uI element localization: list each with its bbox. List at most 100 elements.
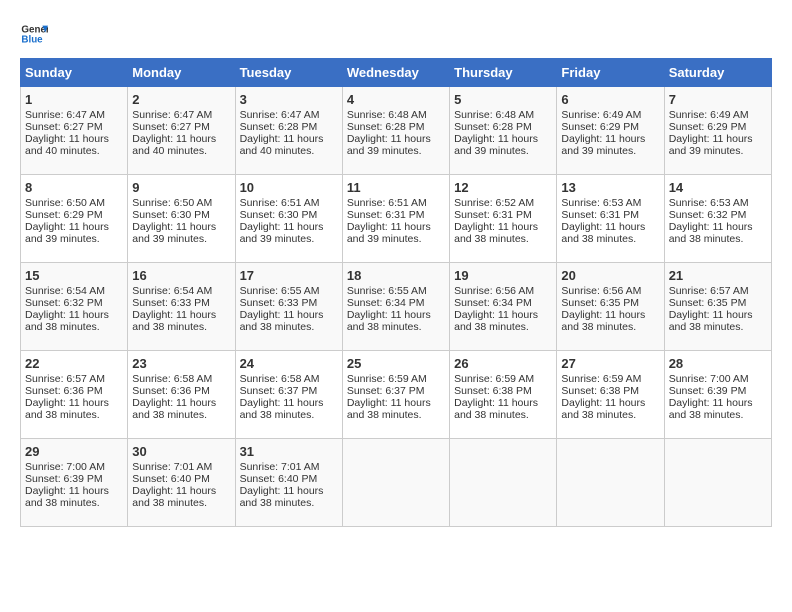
calendar-cell: 20Sunrise: 6:56 AMSunset: 6:35 PMDayligh… (557, 263, 664, 351)
day-number: 10 (240, 180, 338, 195)
sunset-text: Sunset: 6:37 PM (240, 385, 318, 397)
sunset-text: Sunset: 6:36 PM (25, 385, 103, 397)
sunset-text: Sunset: 6:27 PM (25, 121, 103, 133)
calendar-cell: 29Sunrise: 7:00 AMSunset: 6:39 PMDayligh… (21, 439, 128, 527)
sunrise-text: Sunrise: 7:01 AM (240, 461, 320, 473)
calendar-cell: 9Sunrise: 6:50 AMSunset: 6:30 PMDaylight… (128, 175, 235, 263)
daylight-label: Daylight: 11 hours and 40 minutes. (240, 133, 324, 157)
sunset-text: Sunset: 6:33 PM (240, 297, 318, 309)
daylight-label: Daylight: 11 hours and 39 minutes. (25, 221, 109, 245)
sunrise-text: Sunrise: 7:00 AM (669, 373, 749, 385)
calendar-header-row: SundayMondayTuesdayWednesdayThursdayFrid… (21, 59, 772, 87)
sunrise-text: Sunrise: 6:57 AM (669, 285, 749, 297)
day-number: 23 (132, 356, 230, 371)
day-number: 26 (454, 356, 552, 371)
sunrise-text: Sunrise: 6:50 AM (25, 197, 105, 209)
sunset-text: Sunset: 6:35 PM (669, 297, 747, 309)
sunset-text: Sunset: 6:28 PM (240, 121, 318, 133)
calendar-cell: 22Sunrise: 6:57 AMSunset: 6:36 PMDayligh… (21, 351, 128, 439)
sunrise-text: Sunrise: 6:51 AM (240, 197, 320, 209)
sunrise-text: Sunrise: 6:47 AM (25, 109, 105, 121)
sunset-text: Sunset: 6:30 PM (240, 209, 318, 221)
sunrise-text: Sunrise: 6:49 AM (561, 109, 641, 121)
daylight-label: Daylight: 11 hours and 39 minutes. (561, 133, 645, 157)
daylight-label: Daylight: 11 hours and 40 minutes. (132, 133, 216, 157)
svg-text:Blue: Blue (21, 34, 43, 45)
daylight-label: Daylight: 11 hours and 38 minutes. (132, 309, 216, 333)
sunrise-text: Sunrise: 6:58 AM (240, 373, 320, 385)
day-number: 19 (454, 268, 552, 283)
sunset-text: Sunset: 6:40 PM (132, 473, 210, 485)
day-number: 11 (347, 180, 445, 195)
sunset-text: Sunset: 6:36 PM (132, 385, 210, 397)
daylight-label: Daylight: 11 hours and 39 minutes. (132, 221, 216, 245)
sunrise-text: Sunrise: 6:49 AM (669, 109, 749, 121)
calendar-cell: 6Sunrise: 6:49 AMSunset: 6:29 PMDaylight… (557, 87, 664, 175)
calendar-cell: 8Sunrise: 6:50 AMSunset: 6:29 PMDaylight… (21, 175, 128, 263)
calendar-cell: 5Sunrise: 6:48 AMSunset: 6:28 PMDaylight… (450, 87, 557, 175)
daylight-label: Daylight: 11 hours and 38 minutes. (132, 397, 216, 421)
day-number: 30 (132, 444, 230, 459)
sunset-text: Sunset: 6:31 PM (454, 209, 532, 221)
day-of-week-header: Tuesday (235, 59, 342, 87)
logo-icon: General Blue (20, 20, 48, 48)
sunrise-text: Sunrise: 6:56 AM (454, 285, 534, 297)
day-number: 4 (347, 92, 445, 107)
sunrise-text: Sunrise: 6:47 AM (240, 109, 320, 121)
calendar-cell: 27Sunrise: 6:59 AMSunset: 6:38 PMDayligh… (557, 351, 664, 439)
day-number: 29 (25, 444, 123, 459)
calendar-cell: 26Sunrise: 6:59 AMSunset: 6:38 PMDayligh… (450, 351, 557, 439)
calendar-cell (664, 439, 771, 527)
calendar-week-row: 15Sunrise: 6:54 AMSunset: 6:32 PMDayligh… (21, 263, 772, 351)
sunset-text: Sunset: 6:38 PM (454, 385, 532, 397)
calendar-cell: 19Sunrise: 6:56 AMSunset: 6:34 PMDayligh… (450, 263, 557, 351)
calendar-cell: 18Sunrise: 6:55 AMSunset: 6:34 PMDayligh… (342, 263, 449, 351)
calendar-cell: 13Sunrise: 6:53 AMSunset: 6:31 PMDayligh… (557, 175, 664, 263)
sunset-text: Sunset: 6:38 PM (561, 385, 639, 397)
calendar-cell: 3 Sunrise: 6:47 AMSunset: 6:28 PMDaylight… (235, 87, 342, 175)
sunrise-text: Sunrise: 7:01 AM (132, 461, 212, 473)
sunrise-text: Sunrise: 6:53 AM (669, 197, 749, 209)
daylight-label: Daylight: 11 hours and 38 minutes. (240, 397, 324, 421)
day-number: 15 (25, 268, 123, 283)
calendar-cell: 14Sunrise: 6:53 AMSunset: 6:32 PMDayligh… (664, 175, 771, 263)
calendar-cell: 10Sunrise: 6:51 AMSunset: 6:30 PMDayligh… (235, 175, 342, 263)
sunrise-text: Sunrise: 6:55 AM (240, 285, 320, 297)
day-of-week-header: Monday (128, 59, 235, 87)
calendar-cell: 2Sunrise: 6:47 AMSunset: 6:27 PMDaylight… (128, 87, 235, 175)
daylight-label: Daylight: 11 hours and 40 minutes. (25, 133, 109, 157)
sunset-text: Sunset: 6:28 PM (454, 121, 532, 133)
daylight-label: Daylight: 11 hours and 38 minutes. (561, 309, 645, 333)
sunset-text: Sunset: 6:32 PM (25, 297, 103, 309)
sunrise-text: Sunrise: 6:54 AM (25, 285, 105, 297)
day-number: 21 (669, 268, 767, 283)
sunset-text: Sunset: 6:40 PM (240, 473, 318, 485)
sunrise-text: Sunrise: 6:52 AM (454, 197, 534, 209)
calendar-cell (342, 439, 449, 527)
calendar-cell: 4Sunrise: 6:48 AMSunset: 6:28 PMDaylight… (342, 87, 449, 175)
daylight-label: Daylight: 11 hours and 38 minutes. (561, 397, 645, 421)
day-number: 2 (132, 92, 230, 107)
sunset-text: Sunset: 6:35 PM (561, 297, 639, 309)
daylight-label: Daylight: 11 hours and 38 minutes. (347, 309, 431, 333)
sunrise-text: Sunrise: 6:54 AM (132, 285, 212, 297)
calendar-cell: 12Sunrise: 6:52 AMSunset: 6:31 PMDayligh… (450, 175, 557, 263)
day-number: 5 (454, 92, 552, 107)
daylight-label: Daylight: 11 hours and 38 minutes. (561, 221, 645, 245)
day-number: 12 (454, 180, 552, 195)
sunset-text: Sunset: 6:28 PM (347, 121, 425, 133)
sunset-text: Sunset: 6:29 PM (25, 209, 103, 221)
day-of-week-header: Wednesday (342, 59, 449, 87)
day-number: 9 (132, 180, 230, 195)
sunrise-text: Sunrise: 7:00 AM (25, 461, 105, 473)
daylight-label: Daylight: 11 hours and 39 minutes. (347, 221, 431, 245)
daylight-label: Daylight: 11 hours and 38 minutes. (25, 485, 109, 509)
sunrise-text: Sunrise: 6:48 AM (347, 109, 427, 121)
sunset-text: Sunset: 6:34 PM (454, 297, 532, 309)
day-number: 3 (240, 92, 338, 107)
sunset-text: Sunset: 6:39 PM (669, 385, 747, 397)
daylight-label: Daylight: 11 hours and 38 minutes. (132, 485, 216, 509)
sunrise-text: Sunrise: 6:55 AM (347, 285, 427, 297)
sunrise-text: Sunrise: 6:53 AM (561, 197, 641, 209)
daylight-label: Daylight: 11 hours and 38 minutes. (240, 485, 324, 509)
